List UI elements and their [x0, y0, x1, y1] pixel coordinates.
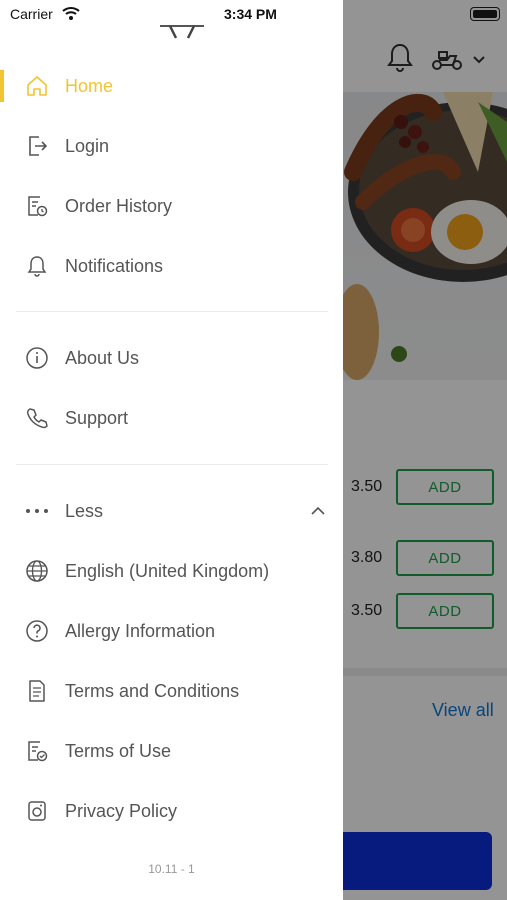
app-version: 10.11 - 1	[148, 862, 195, 876]
carrier-label: Carrier	[10, 6, 53, 22]
side-drawer: Home Login Order History Notifications A…	[0, 0, 343, 900]
wifi-icon	[62, 7, 80, 20]
document-icon	[24, 678, 50, 704]
battery-icon	[470, 7, 500, 21]
drawer-item-label: Allergy Information	[65, 620, 216, 641]
drawer-item-about-us[interactable]: About Us	[0, 330, 343, 386]
bell-icon	[24, 253, 50, 279]
home-icon	[24, 73, 50, 99]
drawer-item-label: English (United Kingdom)	[65, 560, 270, 581]
status-bar: Carrier 3:34 PM	[0, 0, 507, 28]
drawer-item-label: Privacy Policy	[65, 800, 178, 821]
drawer-item-label: Login	[65, 135, 110, 156]
drawer-item-label: Less	[65, 500, 104, 521]
drawer-item-login[interactable]: Login	[0, 118, 343, 174]
drawer-divider	[16, 311, 328, 312]
status-time: 3:34 PM	[224, 6, 277, 22]
drawer-item-support[interactable]: Support	[0, 390, 343, 446]
drawer-item-allergy-information[interactable]: Allergy Information	[0, 603, 343, 659]
drawer-item-terms-of-use[interactable]: Terms of Use	[0, 723, 343, 779]
drawer-item-less-toggle[interactable]: Less	[0, 483, 343, 539]
drawer-item-notifications[interactable]: Notifications	[0, 238, 343, 294]
document-check-icon	[24, 738, 50, 764]
drawer-item-terms-and-conditions[interactable]: Terms and Conditions	[0, 663, 343, 719]
drawer-item-label: Terms of Use	[65, 740, 172, 761]
privacy-icon	[24, 798, 50, 824]
globe-icon	[24, 558, 50, 584]
drawer-item-label: Home	[65, 75, 114, 96]
login-icon	[24, 133, 50, 159]
info-icon	[24, 345, 50, 371]
drawer-item-label: Support	[65, 407, 129, 428]
more-dots-icon	[24, 498, 50, 524]
chevron-up-icon	[311, 506, 325, 515]
order-history-icon	[24, 193, 50, 219]
drawer-item-label: Terms and Conditions	[65, 680, 240, 701]
drawer-item-label: Order History	[65, 195, 173, 216]
drawer-item-language[interactable]: English (United Kingdom)	[0, 543, 343, 599]
drawer-item-order-history[interactable]: Order History	[0, 178, 343, 234]
drawer-item-home[interactable]: Home	[0, 58, 343, 114]
question-icon	[24, 618, 50, 644]
phone-icon	[24, 405, 50, 431]
drawer-item-label: About Us	[65, 347, 140, 368]
drawer-item-privacy-policy[interactable]: Privacy Policy	[0, 783, 343, 839]
drawer-divider	[16, 464, 328, 465]
drawer-item-label: Notifications	[65, 255, 164, 276]
